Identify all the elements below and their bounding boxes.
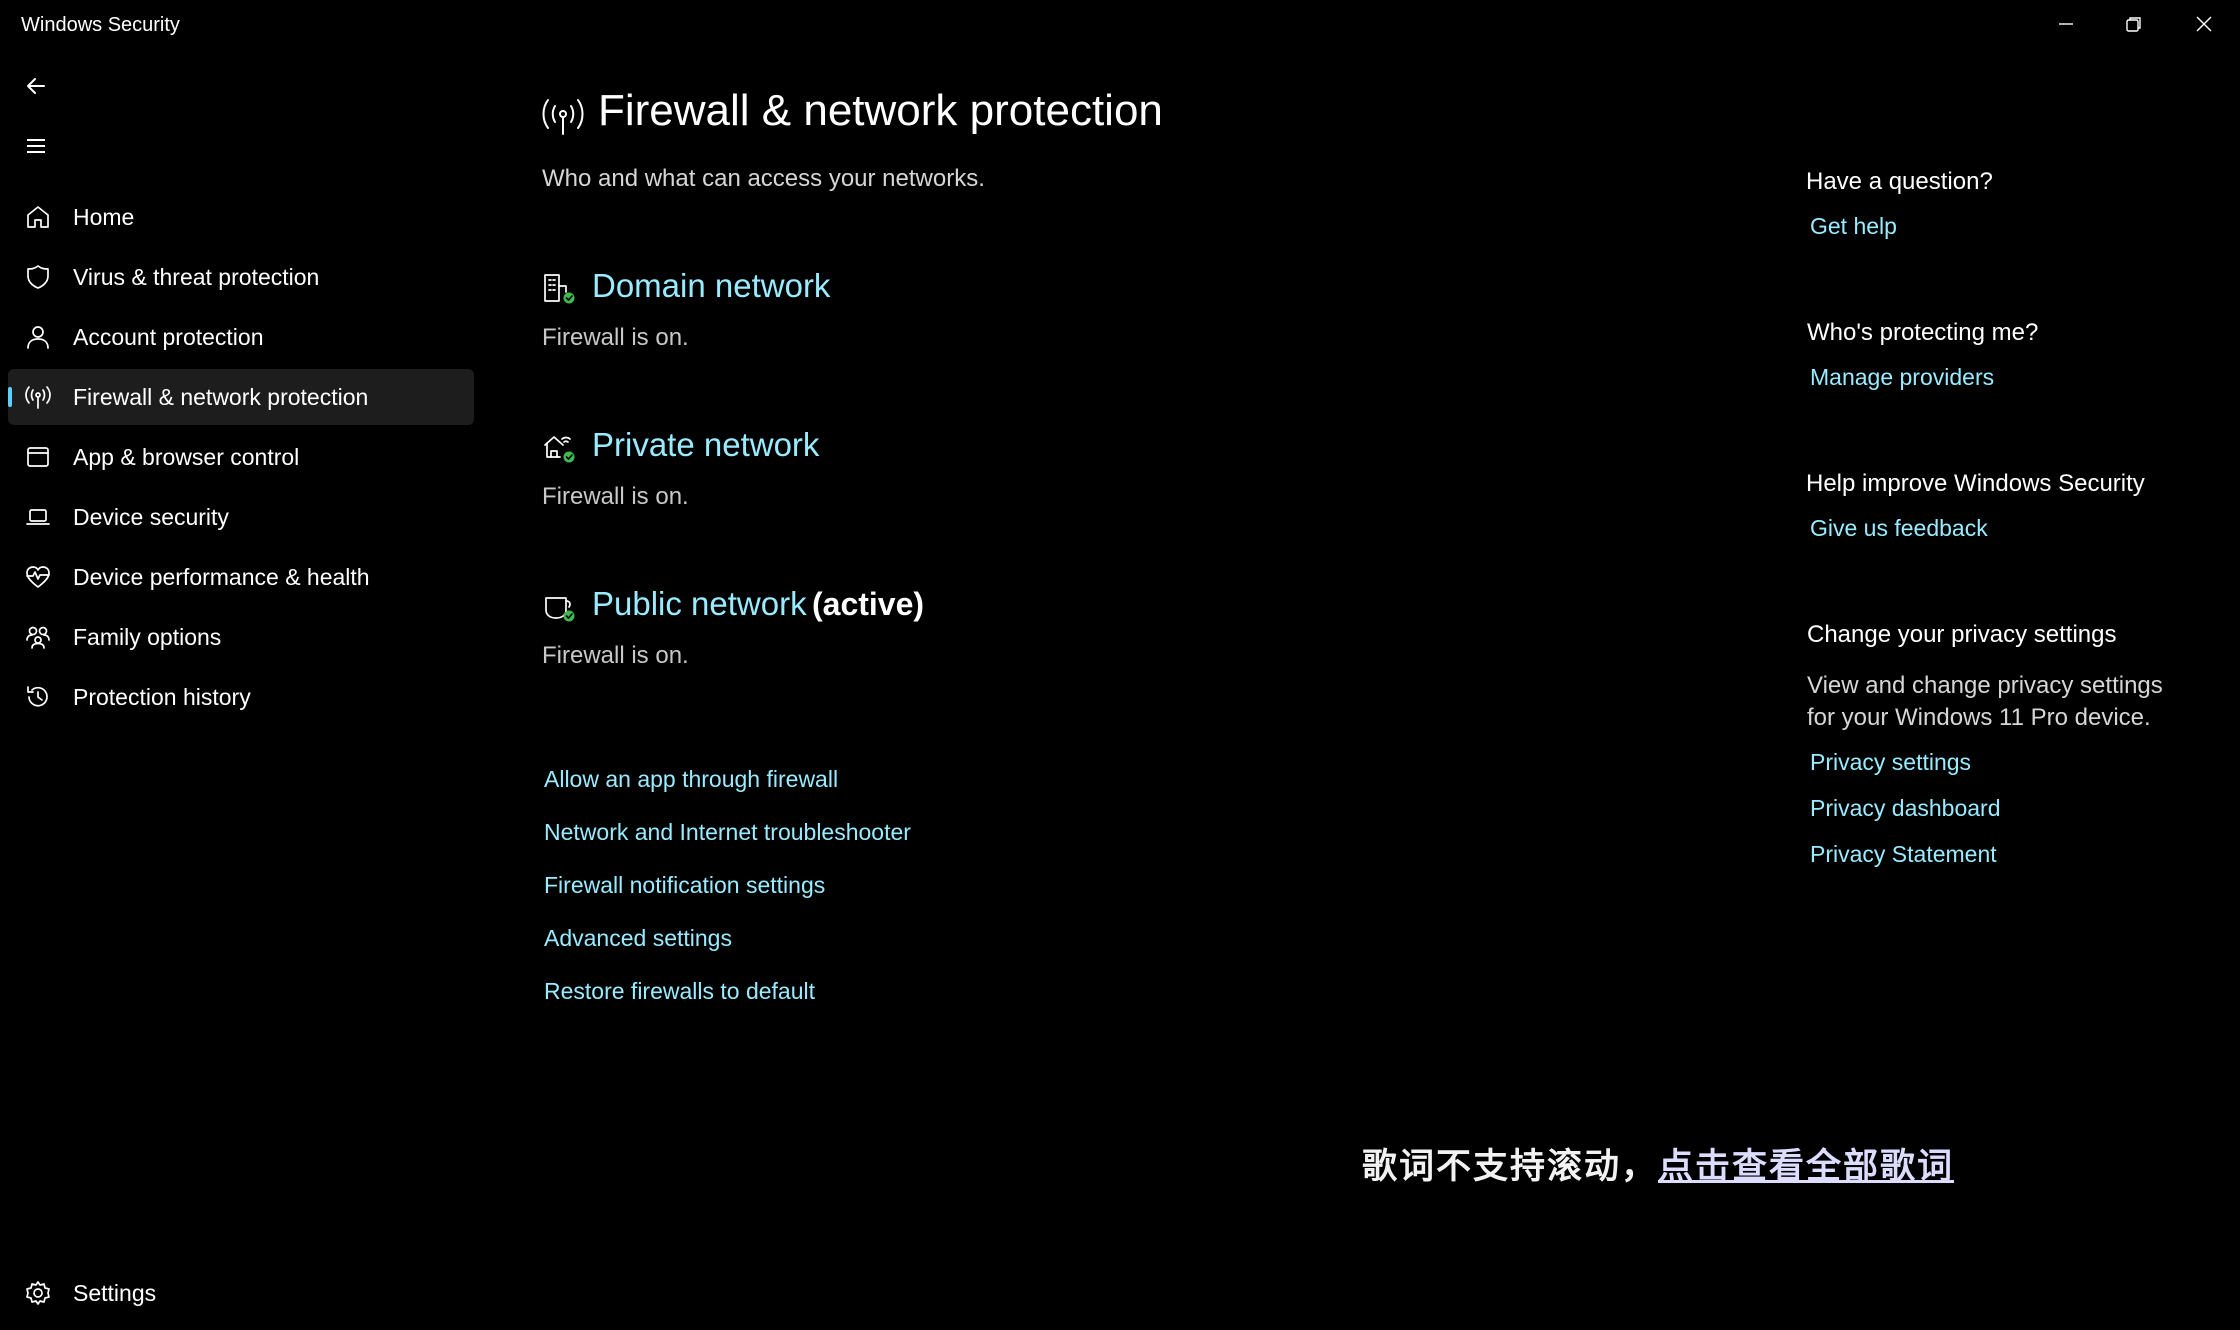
- domain-network-link[interactable]: Domain network: [592, 267, 830, 305]
- family-icon: [24, 623, 52, 651]
- network-troubleshooter-link[interactable]: Network and Internet troubleshooter: [544, 819, 911, 846]
- sidebar-item-device-security[interactable]: Device security: [8, 489, 474, 545]
- history-icon: [24, 683, 52, 711]
- public-network-status: Firewall is on.: [542, 642, 689, 669]
- sidebar-item-settings[interactable]: Settings: [8, 1265, 474, 1321]
- active-network-badge: (active): [812, 586, 925, 622]
- private-network-link[interactable]: Private network: [592, 426, 819, 464]
- heart-pulse-icon: [24, 563, 52, 591]
- private-network-status: Firewall is on.: [542, 483, 689, 510]
- sidebar-item-label: Protection history: [73, 683, 251, 710]
- privacy-statement-link[interactable]: Privacy Statement: [1810, 841, 1997, 868]
- privacy-heading: Change your privacy settings: [1807, 621, 2117, 648]
- back-button[interactable]: [18, 68, 54, 104]
- minimize-button[interactable]: [2032, 8, 2100, 40]
- page-subtitle: Who and what can access your networks.: [542, 165, 985, 192]
- privacy-dashboard-link[interactable]: Privacy dashboard: [1810, 795, 2001, 822]
- laptop-icon: [24, 503, 52, 531]
- sidebar-item-label: Virus & threat protection: [73, 263, 320, 290]
- sidebar-item-protection-history[interactable]: Protection history: [8, 669, 474, 725]
- private-network-icon: [542, 431, 576, 465]
- sidebar-item-label: Home: [73, 203, 135, 230]
- public-network-link[interactable]: Public network: [592, 585, 807, 623]
- improve-heading: Help improve Windows Security: [1806, 470, 2145, 497]
- restore-button[interactable]: [2100, 8, 2168, 40]
- lyrics-overlay: 歌词不支持滚动，点击查看全部歌词: [1362, 1138, 1954, 1189]
- sidebar-item-account-protection[interactable]: Account protection: [8, 309, 474, 365]
- privacy-settings-link[interactable]: Privacy settings: [1810, 749, 1971, 776]
- sidebar-item-label: Account protection: [73, 323, 264, 350]
- person-icon: [24, 323, 52, 351]
- privacy-description: View and change privacy settings for you…: [1807, 672, 2163, 731]
- minimize-icon: [2059, 23, 2073, 25]
- home-icon: [24, 203, 52, 231]
- protecting-heading: Who's protecting me?: [1807, 319, 2039, 346]
- app-window-icon: [24, 443, 52, 471]
- allow-app-through-firewall-link[interactable]: Allow an app through firewall: [544, 766, 838, 793]
- restore-firewalls-default-link[interactable]: Restore firewalls to default: [544, 978, 815, 1005]
- antenna-icon: [24, 383, 52, 411]
- gear-icon: [24, 1279, 52, 1307]
- sidebar-item-home[interactable]: Home: [8, 189, 474, 245]
- sidebar-item-virus-threat-protection[interactable]: Virus & threat protection: [8, 249, 474, 305]
- view-all-lyrics-link[interactable]: 点击查看全部歌词: [1658, 1146, 1954, 1187]
- question-heading: Have a question?: [1806, 168, 1993, 195]
- sidebar-item-label: Firewall & network protection: [73, 383, 369, 410]
- back-arrow-icon: [27, 78, 45, 94]
- antenna-icon: [540, 94, 586, 140]
- sidebar-item-app-browser-control[interactable]: App & browser control: [8, 429, 474, 485]
- shield-icon: [24, 263, 52, 291]
- page-title: Firewall & network protection: [598, 86, 1163, 135]
- sidebar-item-label: Device security: [73, 503, 229, 530]
- domain-network-icon: [542, 272, 576, 306]
- sidebar-item-family-options[interactable]: Family options: [8, 609, 474, 665]
- lyrics-text: 歌词不支持滚动，: [1362, 1146, 1659, 1187]
- public-network-icon: [542, 590, 576, 624]
- get-help-link[interactable]: Get help: [1810, 213, 1897, 240]
- close-icon: [2196, 16, 2212, 32]
- hamburger-menu-icon: [27, 139, 45, 153]
- advanced-settings-link[interactable]: Advanced settings: [544, 925, 732, 952]
- domain-network-status: Firewall is on.: [542, 324, 689, 351]
- sidebar-item-label: Family options: [73, 623, 222, 650]
- give-feedback-link[interactable]: Give us feedback: [1810, 515, 1988, 542]
- window-title: Windows Security: [21, 14, 180, 36]
- firewall-notification-settings-link[interactable]: Firewall notification settings: [544, 872, 825, 899]
- sidebar-item-label: Device performance & health: [73, 563, 370, 590]
- restore-icon: [2126, 17, 2141, 32]
- sidebar-nav: Home Virus & threat protection Account p…: [8, 189, 474, 729]
- sidebar-item-label: Settings: [73, 1279, 157, 1306]
- sidebar-item-label: App & browser control: [73, 443, 300, 470]
- close-button[interactable]: [2170, 8, 2238, 40]
- manage-providers-link[interactable]: Manage providers: [1810, 364, 1994, 391]
- sidebar-item-firewall-network-protection[interactable]: Firewall & network protection: [8, 369, 474, 425]
- menu-button[interactable]: [18, 128, 54, 164]
- sidebar-item-device-performance-health[interactable]: Device performance & health: [8, 549, 474, 605]
